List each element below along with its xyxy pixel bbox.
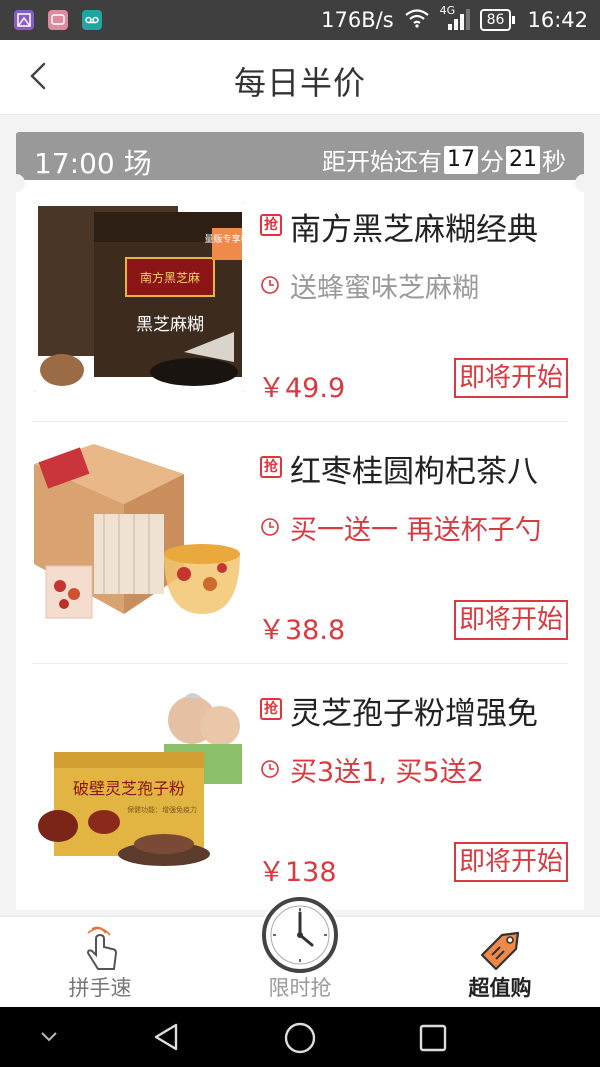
home-circle-icon[interactable] bbox=[283, 1021, 317, 1059]
grab-badge: 抢 bbox=[260, 698, 282, 720]
back-triangle-icon[interactable] bbox=[150, 1021, 182, 1057]
message-app-icon bbox=[48, 10, 68, 30]
price: ￥49.9 bbox=[258, 373, 346, 404]
countdown-minutes: 17 bbox=[444, 145, 478, 174]
image-name-text: 破壁灵芝孢子粉 bbox=[73, 779, 185, 798]
countdown-prefix: 距开始还有 bbox=[322, 148, 442, 176]
header: 每日半价 bbox=[0, 40, 600, 115]
tab-label: 超值购 bbox=[468, 976, 532, 1000]
voicemail-app-icon bbox=[82, 10, 102, 30]
wifi-icon bbox=[404, 8, 430, 33]
countdown-seconds-unit: 秒 bbox=[542, 148, 566, 176]
list-item[interactable]: 量贩专享装 南方黑芝麻 黑芝麻糊 抢 南方黑芝麻糊经典 送蜂蜜味芝麻糊 ￥49.… bbox=[32, 180, 568, 422]
price-tag-icon bbox=[476, 925, 524, 977]
promo-text: 买一送一 再送杯子勺 bbox=[290, 515, 542, 546]
price: ￥138 bbox=[258, 857, 337, 888]
product-image-tea[interactable] bbox=[34, 444, 244, 634]
promo-text: 买3送1, 买5送2 bbox=[290, 757, 484, 788]
system-nav-bar bbox=[0, 1007, 600, 1067]
session-bar: 17:00 场 距开始还有 17 分 21 秒 bbox=[16, 132, 584, 184]
battery-icon: 86 bbox=[479, 9, 516, 31]
grab-badge: 抢 bbox=[260, 214, 282, 236]
promo-text: 送蜂蜜味芝麻糊 bbox=[290, 273, 479, 304]
product-image-sesame[interactable]: 量贩专享装 南方黑芝麻 黑芝麻糊 bbox=[34, 202, 244, 392]
image-tag-text: 量贩专享装 bbox=[204, 233, 244, 245]
bottom-tab-bar: 拼手速 限时抢 超值购 bbox=[0, 895, 600, 1008]
starting-soon-button[interactable]: 即将开始 bbox=[454, 358, 568, 398]
notification-icons bbox=[14, 10, 102, 30]
status-bar: 176B/s 4G 86 16:42 bbox=[0, 0, 600, 40]
grab-badge: 抢 bbox=[260, 456, 282, 478]
image-subtitle-text: 保健功能：增强免疫力 bbox=[127, 805, 197, 814]
page-title: 每日半价 bbox=[233, 64, 366, 102]
countdown: 距开始还有 17 分 21 秒 bbox=[322, 142, 566, 177]
clock-icon bbox=[260, 517, 280, 537]
clock-icon bbox=[260, 275, 280, 295]
hand-tap-icon bbox=[78, 925, 122, 979]
signal-icon: 4G bbox=[440, 4, 470, 32]
product-title[interactable]: 红枣桂圆枸杞茶八 bbox=[290, 446, 574, 491]
image-name-text: 黑芝麻糊 bbox=[136, 315, 204, 335]
clock-icon bbox=[260, 759, 280, 779]
product-image-lingzhi[interactable]: 破壁灵芝孢子粉 保健功能：增强免疫力 bbox=[34, 686, 244, 876]
countdown-minutes-unit: 分 bbox=[480, 148, 504, 176]
product-title[interactable]: 灵芝孢子粉增强免 bbox=[290, 688, 574, 733]
tab-pin-shou-su[interactable]: 拼手速 bbox=[30, 917, 170, 1008]
price: ￥38.8 bbox=[258, 615, 346, 646]
clock-icon[interactable] bbox=[260, 895, 340, 975]
starting-soon-button[interactable]: 即将开始 bbox=[454, 600, 568, 640]
image-brand-text: 南方黑芝麻 bbox=[140, 270, 200, 285]
starting-soon-button[interactable]: 即将开始 bbox=[454, 842, 568, 882]
net-speed: 176B/s bbox=[321, 8, 394, 32]
product-title[interactable]: 南方黑芝麻糊经典 bbox=[290, 204, 574, 249]
clock-time: 16:42 bbox=[527, 8, 588, 32]
tab-chao-zhi-gou[interactable]: 超值购 bbox=[430, 917, 570, 1008]
session-time: 17:00 场 bbox=[34, 147, 152, 180]
ticket-notch-left bbox=[7, 174, 25, 192]
list-item[interactable]: 抢 红枣桂圆枸杞茶八 买一送一 再送杯子勺 ￥38.8 即将开始 bbox=[32, 422, 568, 664]
tab-label: 拼手速 bbox=[68, 976, 132, 1000]
gallery-app-icon bbox=[14, 10, 34, 30]
chevron-down-icon[interactable] bbox=[38, 1029, 60, 1049]
ticket-notch-right bbox=[575, 174, 593, 192]
tab-label: 限时抢 bbox=[268, 976, 332, 1000]
countdown-seconds: 21 bbox=[506, 145, 540, 174]
list-item[interactable]: 破壁灵芝孢子粉 保健功能：增强免疫力 抢 灵芝孢子粉增强免 买3送1, 买5送2… bbox=[32, 664, 568, 906]
recents-square-icon[interactable] bbox=[418, 1023, 448, 1057]
product-list: 量贩专享装 南方黑芝麻 黑芝麻糊 抢 南方黑芝麻糊经典 送蜂蜜味芝麻糊 ￥49.… bbox=[16, 180, 584, 910]
